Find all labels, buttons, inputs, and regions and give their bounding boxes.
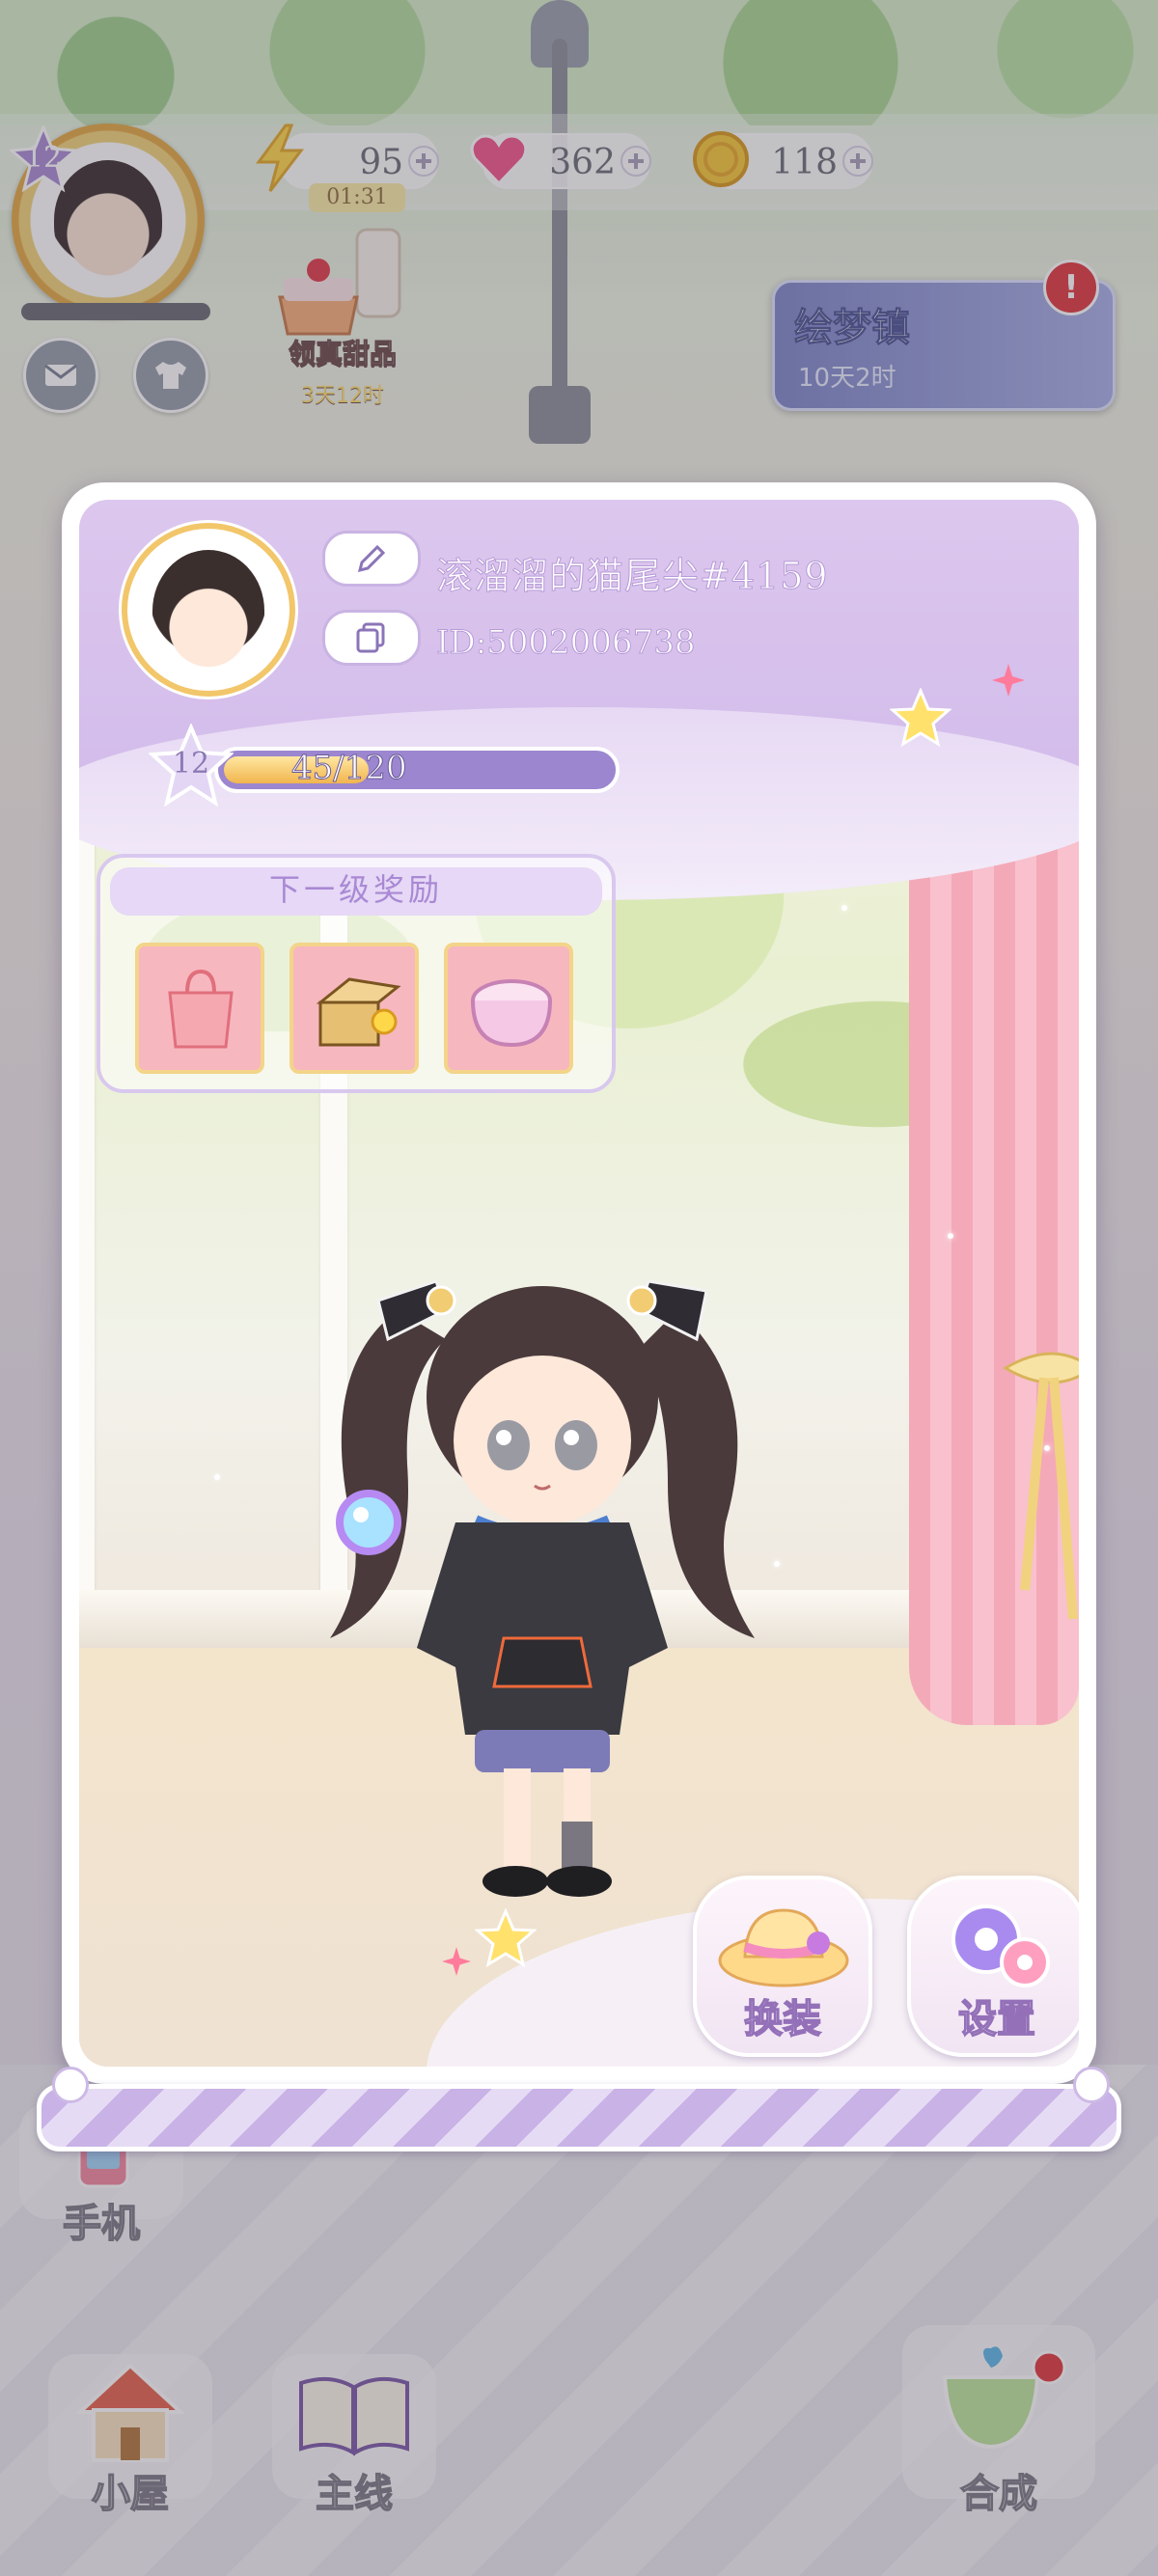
player-nickname: 滚溜溜的猫尾尖#4159: [436, 555, 829, 598]
edit-name-button[interactable]: [322, 531, 421, 587]
yellow-star-icon: [475, 1908, 537, 1968]
profile-scene: 滚溜溜的猫尾尖#4159 ID:5002006738 45/120 12 下一级…: [79, 500, 1079, 2067]
dress-up-label: 换装: [743, 1996, 822, 2042]
corner-knob-right: [1073, 2067, 1110, 2103]
player-character: [330, 1279, 755, 1897]
gear-icon: [951, 1905, 1050, 1987]
yellow-star-icon: [890, 688, 951, 748]
pink-sparkle-icon: [992, 664, 1025, 697]
sun-hat-icon: [718, 1908, 849, 1987]
pencil-icon: [357, 544, 386, 573]
copy-id-button[interactable]: [322, 610, 421, 666]
window-frame-left: [79, 837, 95, 1638]
modal-bottom-bar: [37, 2084, 1121, 2151]
profile-modal: 滚溜溜的猫尾尖#4159 ID:5002006738 45/120 12 下一级…: [62, 482, 1096, 2084]
bowl-icon: [471, 979, 552, 1048]
curtain-ribbon-icon: [1003, 1352, 1079, 1620]
next-reward-title: 下一级奖励: [268, 871, 443, 908]
reward-slot-3[interactable]: [444, 943, 573, 1074]
exp-bar: [214, 747, 620, 793]
profile-level-value: 12: [172, 747, 210, 781]
reward-slot-1[interactable]: [135, 943, 264, 1074]
exp-text: 45/120: [291, 749, 408, 788]
level-star-badge: 12: [148, 722, 234, 808]
profile-avatar[interactable]: [122, 523, 295, 697]
corner-knob-left: [52, 2067, 89, 2103]
copy-icon: [356, 622, 385, 653]
dress-up-button[interactable]: 换装: [693, 1876, 872, 2057]
settings-label: 设置: [957, 1996, 1036, 2042]
reward-slot-2[interactable]: [290, 943, 419, 1074]
gift-bag-icon: [168, 969, 234, 1049]
next-reward-panel: 下一级奖励: [96, 854, 616, 1093]
treasure-box-icon: [316, 977, 401, 1047]
player-id: ID:5002006738: [435, 623, 696, 663]
profile-avatar-portrait: [152, 550, 264, 671]
settings-button[interactable]: 设置: [907, 1876, 1079, 2057]
pink-sparkle-icon: [442, 1947, 471, 1976]
